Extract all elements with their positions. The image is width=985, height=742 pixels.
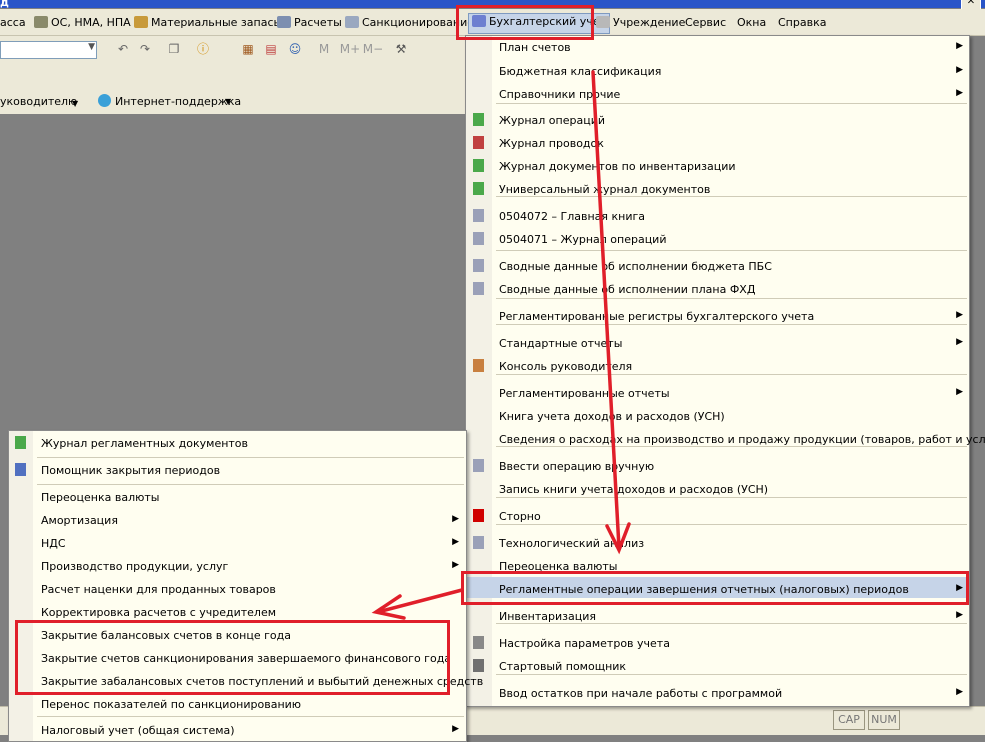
- arrow-down: [591, 70, 621, 550]
- annotation-arrows: [371, 70, 631, 620]
